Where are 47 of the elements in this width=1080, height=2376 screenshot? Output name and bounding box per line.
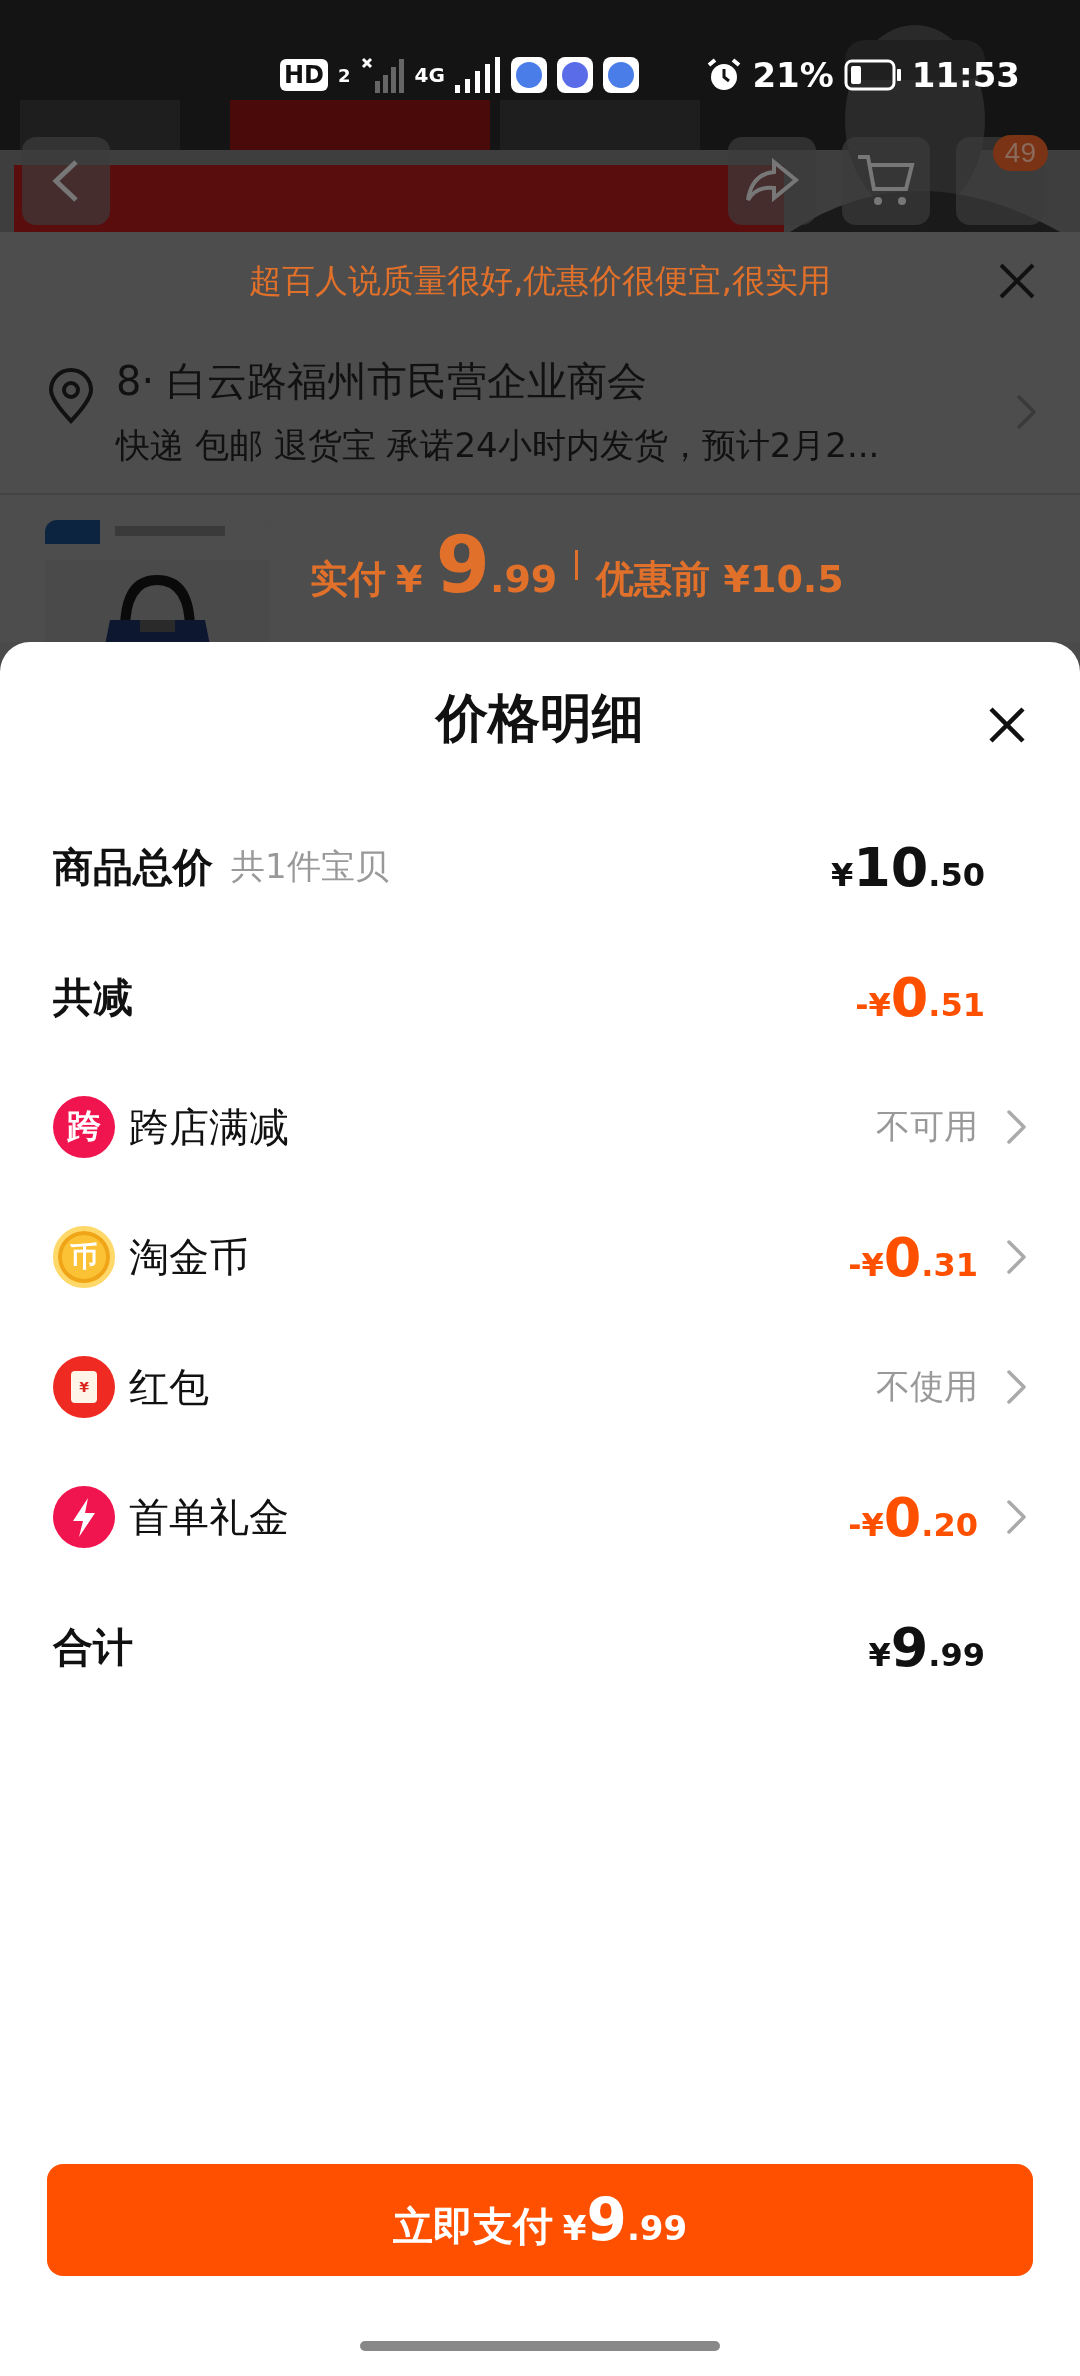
- cross-store-icon: 跨: [53, 1096, 115, 1158]
- discount-option[interactable]: 首单礼金 -¥0.20: [0, 1452, 1080, 1582]
- back-button[interactable]: [22, 137, 110, 225]
- paid-label: 实付: [310, 556, 386, 603]
- row-label: 红包: [129, 1362, 209, 1412]
- battery-icon: [843, 59, 902, 91]
- app-icon: [510, 57, 547, 93]
- discount-option[interactable]: 跨 跨店满减 不可用: [0, 1062, 1080, 1192]
- lightning-icon: [53, 1486, 115, 1548]
- paid-price: ¥ 9.99: [396, 520, 558, 610]
- envelope-icon: ¥: [53, 1356, 115, 1418]
- discount-option[interactable]: 币 淘金币 -¥0.31: [0, 1192, 1080, 1322]
- row-label: 淘金币: [129, 1232, 249, 1282]
- hd-voice-label: HD: [280, 59, 328, 91]
- cart-button[interactable]: [842, 137, 930, 225]
- sheet-title: 价格明细: [436, 687, 644, 750]
- delivery-info: 快递 包邮 退货宝 承诺24小时内发货，预计2月2...: [116, 424, 881, 467]
- price-text: ¥9.99: [868, 1615, 985, 1679]
- count-badge: 49: [992, 135, 1048, 171]
- location-pin-icon: [48, 368, 94, 424]
- notice-text: 超百人说质量很好,优惠价很便宜,很实用: [249, 259, 831, 302]
- discount-option[interactable]: ¥ 红包 不使用: [0, 1322, 1080, 1452]
- price-text: -¥0.20: [848, 1485, 978, 1549]
- row-label: 首单礼金: [129, 1492, 289, 1542]
- share-button[interactable]: [728, 137, 816, 225]
- signal-icon: [454, 57, 501, 93]
- alarm-icon: [706, 57, 743, 93]
- status-text: 不使用: [876, 1365, 978, 1408]
- address-text: 8· 白云路福州市民营企业商会: [116, 357, 648, 406]
- coin-icon: 币: [53, 1226, 115, 1288]
- clock-time: 11:53: [911, 55, 1020, 95]
- row-label: 商品总价: [53, 842, 213, 892]
- item-count: 共1件宝贝: [231, 845, 389, 888]
- app-icon: [602, 57, 639, 93]
- original-price: 优惠前 ¥10.5: [596, 556, 844, 603]
- sim-label: 2: [338, 64, 351, 86]
- price-text: ¥10.50: [830, 835, 985, 899]
- battery-percent: 21%: [752, 55, 834, 95]
- no-signal-icon: [360, 57, 405, 93]
- price-text: -¥0.51: [855, 965, 985, 1029]
- row-label: 跨店满减: [129, 1102, 289, 1152]
- price-text: -¥0.31: [848, 1225, 978, 1289]
- row-label: 合计: [53, 1622, 133, 1672]
- network-label: 4G: [414, 63, 445, 87]
- app-icon: [556, 57, 593, 93]
- row-label: 共减: [53, 972, 133, 1022]
- status-text: 不可用: [876, 1105, 978, 1148]
